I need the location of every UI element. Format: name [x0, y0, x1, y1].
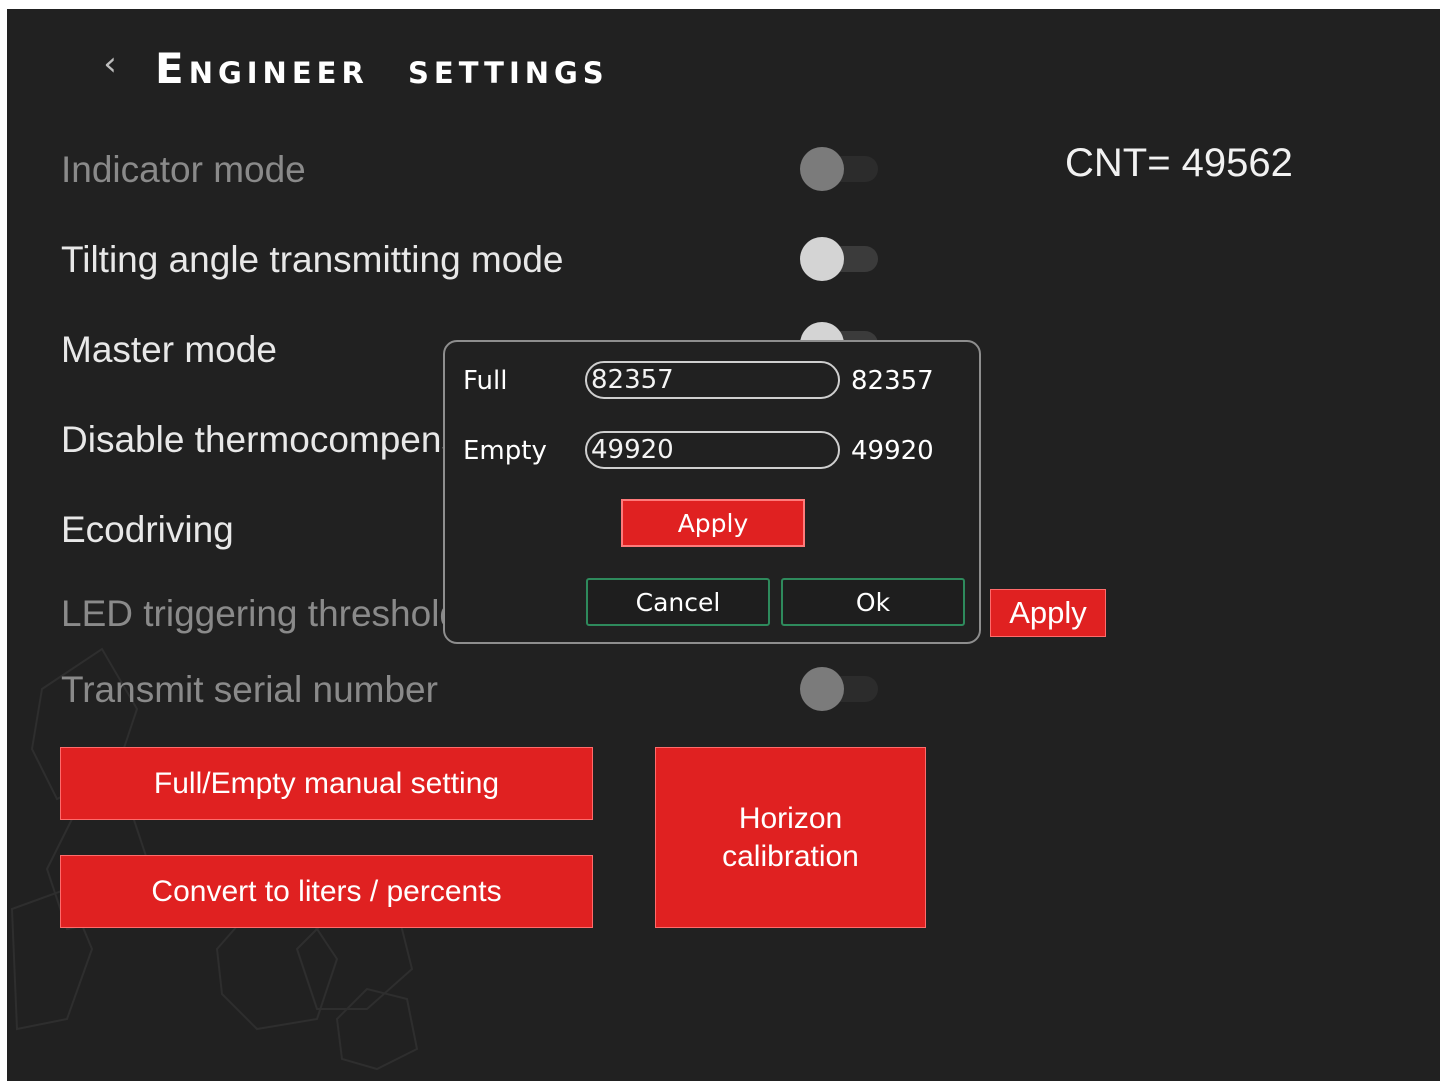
full-empty-manual-setting-button[interactable]: Full/Empty manual setting — [60, 747, 593, 820]
tilting-angle-mode-label: Tilting angle transmitting mode — [61, 239, 564, 280]
back-chevron-icon[interactable]: ‹ — [95, 39, 125, 89]
full-input[interactable] — [585, 361, 840, 399]
transmit-serial-number-label: Transmit serial number — [61, 669, 438, 710]
dialog-apply-button[interactable]: Apply — [621, 499, 805, 547]
dialog-ok-button[interactable]: Ok — [781, 578, 965, 626]
toggle-knob — [800, 237, 844, 281]
full-label: Full — [463, 366, 508, 396]
master-mode-label: Master mode — [61, 329, 277, 370]
threshold-apply-button[interactable]: Apply — [990, 589, 1106, 637]
engineer-settings-screen: ‹ Engineer settings CNT= 49562 Indicator… — [7, 9, 1440, 1081]
page-title: Engineer settings — [155, 44, 609, 93]
dialog-cancel-button[interactable]: Cancel — [586, 578, 770, 626]
indicator-mode-label: Indicator mode — [61, 149, 306, 190]
toggle-knob — [800, 667, 844, 711]
ecodriving-label: Ecodriving — [61, 509, 234, 550]
led-triggering-threshold-label: LED triggering threshold — [61, 593, 460, 634]
full-current-value: 82357 — [851, 366, 934, 396]
tilting-angle-mode-toggle[interactable] — [800, 237, 886, 281]
convert-to-liters-percents-button[interactable]: Convert to liters / percents — [60, 855, 593, 928]
empty-input[interactable] — [585, 431, 840, 469]
transmit-serial-number-toggle[interactable] — [800, 667, 886, 711]
indicator-mode-toggle[interactable] — [800, 147, 886, 191]
toggle-knob — [800, 147, 844, 191]
full-empty-dialog: Full 82357 Empty 49920 Apply Cancel Ok — [443, 340, 981, 644]
counter-readout: CNT= 49562 — [1065, 141, 1293, 185]
horizon-calibration-button[interactable]: Horizon calibration — [655, 747, 926, 928]
empty-current-value: 49920 — [851, 436, 934, 466]
empty-label: Empty — [463, 436, 547, 466]
